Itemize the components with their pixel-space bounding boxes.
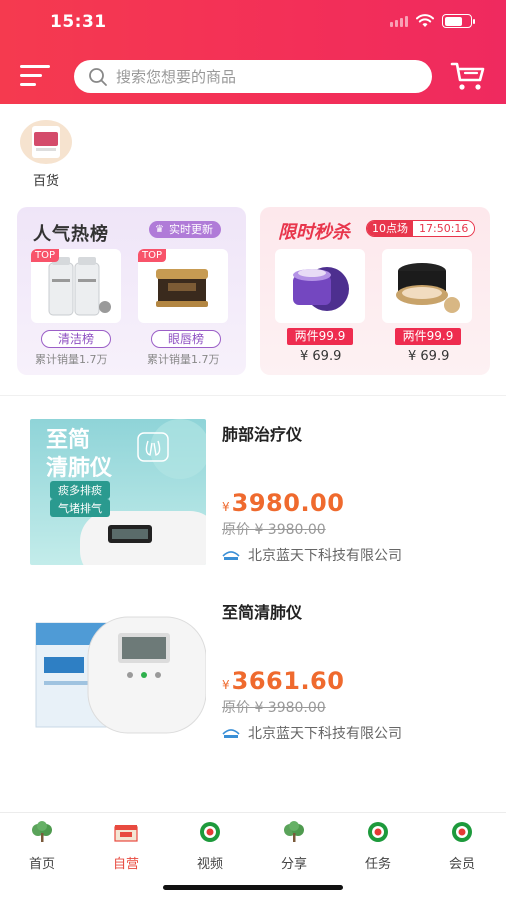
- care-badge-icon: [200, 822, 220, 842]
- product-image: [30, 597, 206, 743]
- product-image: 至简 清肺仪 痰多排痰 气堵排气: [30, 419, 206, 565]
- tab-label: 自营: [112, 857, 139, 872]
- flash-price: ¥ 69.9: [300, 349, 342, 364]
- product-price: ¥3661.60: [222, 667, 344, 695]
- care-badge-icon: [368, 822, 388, 842]
- currency-symbol: ¥: [222, 500, 230, 514]
- flash-product-card[interactable]: [275, 249, 365, 323]
- top-tag: TOP: [31, 249, 60, 262]
- session-label: 10点场: [367, 221, 413, 236]
- tab-tasks[interactable]: 任务: [348, 821, 408, 872]
- shop-link[interactable]: 北京蓝天下科技有限公司: [222, 723, 402, 743]
- tab-label: 任务: [364, 857, 391, 872]
- product-price: ¥3980.00: [222, 489, 344, 517]
- tab-share[interactable]: 分享: [264, 821, 324, 872]
- product-image: [396, 263, 460, 313]
- product-image: [293, 267, 349, 311]
- category-item-baihuo[interactable]: 百货: [20, 120, 72, 189]
- original-price: 原价 ¥ 3980.00: [222, 522, 326, 538]
- tab-member[interactable]: 会员: [432, 821, 492, 872]
- price-value: 3980.00: [231, 489, 345, 517]
- status-icons: [390, 14, 475, 28]
- hot-product-card[interactable]: TOP: [138, 249, 228, 323]
- flash-price: ¥ 69.9: [408, 349, 450, 364]
- price-value: 3661.60: [231, 667, 345, 695]
- search-placeholder: 搜索您想要的商品: [116, 68, 237, 86]
- section-divider: [0, 395, 506, 396]
- flash-sale-title: 限时秒杀: [278, 222, 350, 243]
- promo-tag: 两件99.9: [287, 328, 353, 345]
- countdown-clock: 17:50:16: [413, 221, 475, 236]
- status-time: 15:31: [50, 12, 107, 32]
- battery-icon: [442, 14, 475, 28]
- countdown-timer: 10点场 17:50:16: [366, 220, 476, 237]
- category-label: 百货: [32, 174, 59, 189]
- promo-tag: 两件99.9: [395, 328, 461, 345]
- category-thumb: [20, 120, 72, 164]
- tree-icon: [32, 821, 52, 842]
- menu-button[interactable]: [20, 63, 54, 89]
- rank-label-eye-lip[interactable]: 眼唇榜: [151, 330, 221, 348]
- shop-name: 北京蓝天下科技有限公司: [248, 726, 402, 742]
- tree-icon: [284, 821, 304, 842]
- shop-icon: [114, 825, 138, 842]
- top-tag: TOP: [138, 249, 167, 262]
- cart-icon[interactable]: [450, 60, 486, 92]
- tab-home[interactable]: 首页: [12, 821, 72, 872]
- shop-logo-icon: [222, 729, 240, 738]
- image-title-line2: 清肺仪: [46, 456, 113, 481]
- image-pill: 痰多排痰: [50, 481, 110, 499]
- rank-label-cleaning[interactable]: 清洁榜: [41, 330, 111, 348]
- crown-icon: ♛: [155, 224, 164, 235]
- care-badge-icon: [452, 822, 472, 842]
- product-list-item[interactable]: 至简清肺仪 ¥3661.60 原价 ¥ 3980.00 北京蓝天下科技有限公司: [0, 597, 506, 747]
- product-image-title: 至简 清肺仪: [46, 427, 112, 483]
- header-bar: 15:31 搜索您想要的商品: [0, 0, 506, 104]
- hot-product-card[interactable]: TOP: [31, 249, 121, 323]
- search-icon: [89, 67, 107, 86]
- wifi-icon: [416, 14, 434, 27]
- flash-sale-panel[interactable]: 限时秒杀 10点场 17:50:16 两件99.9 两件99.9 ¥ 69.9 …: [260, 207, 490, 375]
- shop-logo-icon: [222, 551, 240, 560]
- hot-rank-panel[interactable]: 人气热榜 ♛ 实时更新 TOP TOP 清洁榜 眼唇榜 累计销量1.7万 累计销…: [17, 207, 246, 375]
- shop-link[interactable]: 北京蓝天下科技有限公司: [222, 545, 402, 565]
- product-name[interactable]: 肺部治疗仪: [222, 421, 302, 445]
- realtime-badge: ♛ 实时更新: [149, 221, 221, 238]
- tab-label: 视频: [196, 857, 223, 872]
- search-input[interactable]: 搜索您想要的商品: [74, 60, 432, 93]
- signal-icon: [390, 15, 408, 27]
- realtime-badge-label: 实时更新: [169, 223, 213, 236]
- home-indicator: [163, 885, 343, 890]
- tab-label: 分享: [280, 857, 307, 872]
- sales-count: 累计销量1.7万: [35, 353, 108, 366]
- sales-count: 累计销量1.7万: [147, 353, 220, 366]
- shop-name: 北京蓝天下科技有限公司: [248, 548, 402, 564]
- tab-label: 会员: [448, 857, 475, 872]
- product-list-item[interactable]: 至简 清肺仪 痰多排痰 气堵排气 肺部治疗仪 ¥3980.00 原价 ¥ 398…: [0, 419, 506, 569]
- product-name[interactable]: 至简清肺仪: [222, 599, 302, 623]
- currency-symbol: ¥: [222, 678, 230, 692]
- tab-label: 首页: [28, 857, 55, 872]
- flash-product-card[interactable]: [382, 249, 472, 323]
- hot-rank-title: 人气热榜: [33, 224, 109, 245]
- image-title-line1: 至简: [46, 428, 91, 453]
- original-price: 原价 ¥ 3980.00: [222, 700, 326, 716]
- image-pill: 气堵排气: [50, 499, 110, 517]
- tab-self-operated[interactable]: 自营: [96, 821, 156, 872]
- tab-video[interactable]: 视频: [180, 821, 240, 872]
